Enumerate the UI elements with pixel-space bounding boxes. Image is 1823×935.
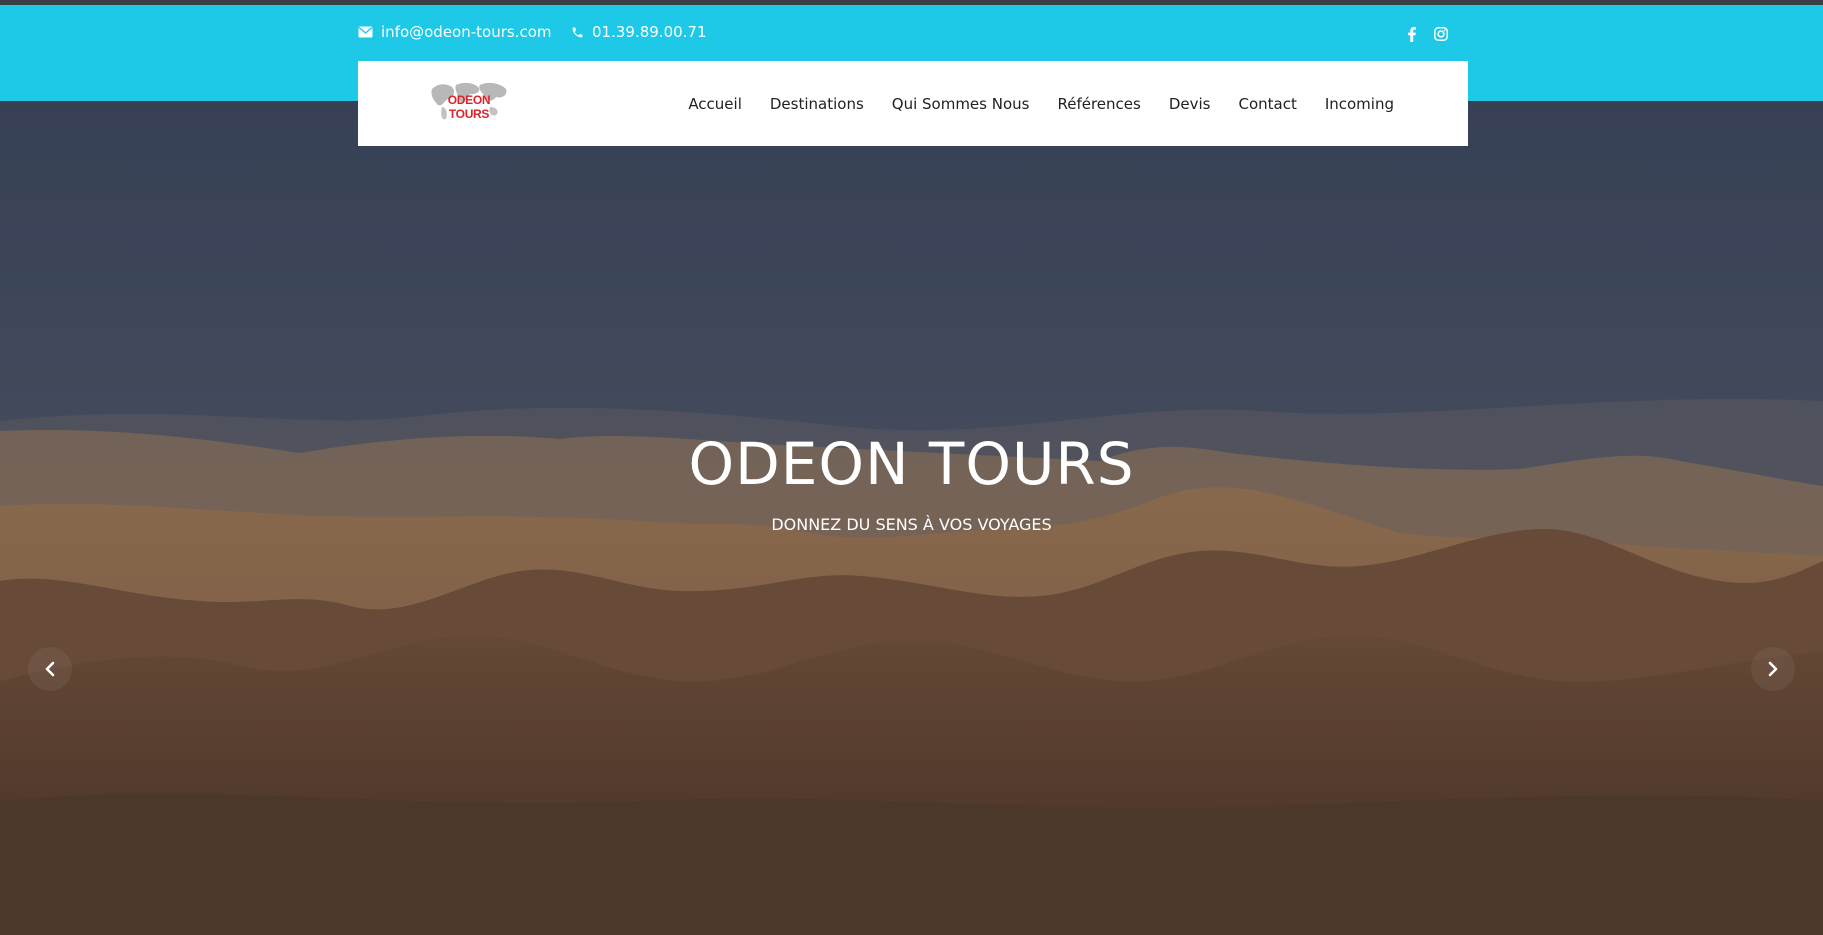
hero-slider: ODEON TOURS DONNEZ DU SENS À VOS VOYAGES [0, 101, 1823, 935]
site-logo[interactable]: ODEON TOURS [426, 77, 510, 123]
nav-item-incoming[interactable]: Incoming [1325, 95, 1394, 113]
main-navigation: Accueil Destinations Qui Sommes Nous Réf… [660, 61, 1394, 146]
chevron-left-icon [45, 661, 55, 677]
chevron-right-icon [1768, 661, 1778, 677]
nav-item-accueil[interactable]: Accueil [688, 95, 742, 113]
instagram-icon [1434, 27, 1448, 41]
nav-item-references[interactable]: Références [1057, 95, 1140, 113]
main-header: ODEON TOURS Accueil Destinations Qui Som… [358, 61, 1468, 146]
slider-prev-button[interactable] [28, 647, 72, 691]
facebook-icon [1408, 26, 1416, 42]
instagram-link[interactable] [1429, 22, 1453, 46]
nav-item-qui-sommes-nous[interactable]: Qui Sommes Nous [892, 95, 1030, 113]
email-text: info@odeon-tours.com [381, 23, 552, 41]
nav-item-destinations[interactable]: Destinations [770, 95, 864, 113]
envelope-icon [358, 26, 373, 38]
logo-text: ODEON TOURS [447, 93, 491, 121]
nav-item-devis[interactable]: Devis [1169, 95, 1211, 113]
contact-phone[interactable]: 01.39.89.00.71 [571, 23, 707, 41]
hero-title: ODEON TOURS [688, 430, 1135, 498]
nav-item-contact[interactable]: Contact [1238, 95, 1296, 113]
phone-icon [572, 27, 583, 37]
slider-next-button[interactable] [1751, 647, 1795, 691]
hero-subtitle: DONNEZ DU SENS À VOS VOYAGES [771, 515, 1052, 534]
contact-email[interactable]: info@odeon-tours.com [358, 23, 552, 41]
phone-text: 01.39.89.00.71 [592, 23, 707, 41]
facebook-link[interactable] [1400, 22, 1424, 46]
